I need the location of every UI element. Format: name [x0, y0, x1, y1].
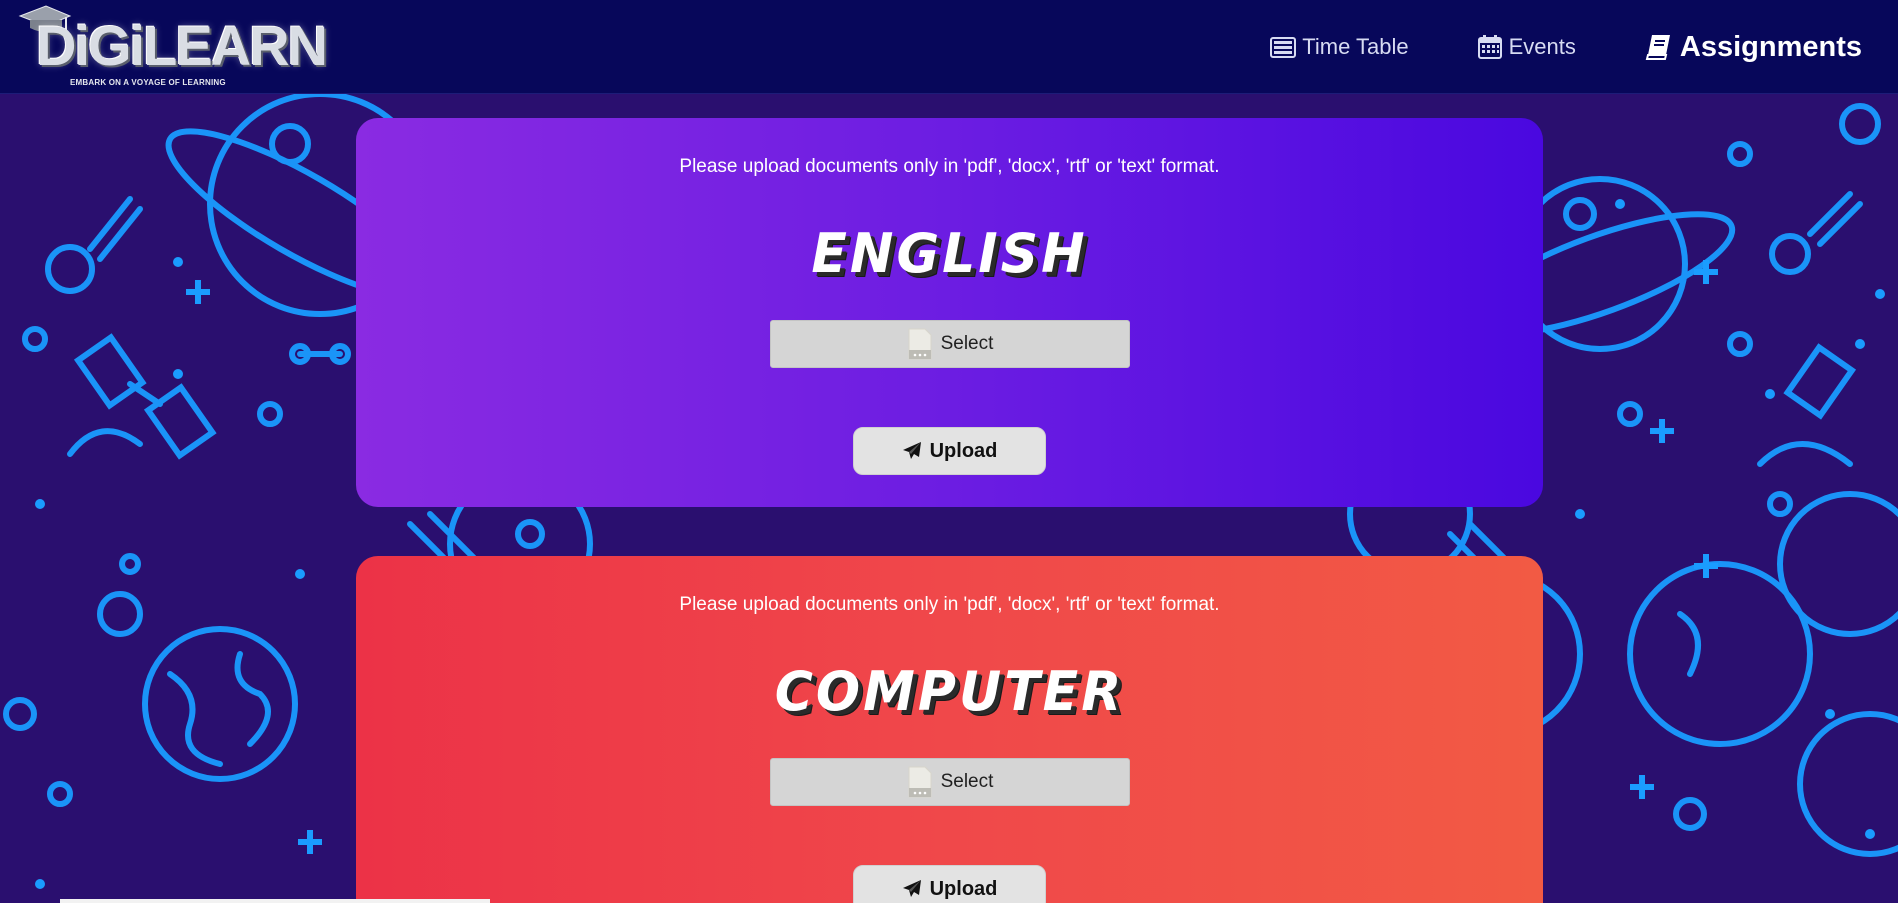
file-icon: [907, 328, 933, 360]
select-button-label: Select: [940, 771, 994, 792]
select-file-button[interactable]: Select: [770, 320, 1130, 368]
book-icon: [1644, 32, 1674, 62]
nav-item-time-table[interactable]: Time Table: [1270, 34, 1409, 60]
subject-title: ENGLISH: [811, 222, 1088, 286]
upload-format-note: Please upload documents only in 'pdf', '…: [679, 594, 1220, 615]
select-button-label: Select: [940, 333, 994, 354]
nav-label-events: Events: [1508, 34, 1576, 59]
assignment-card-english: Please upload documents only in 'pdf', '…: [356, 118, 1543, 507]
upload-button-label: Upload: [929, 877, 998, 900]
assignment-card-computer: Please upload documents only in 'pdf', '…: [356, 556, 1543, 903]
upload-button-label: Upload: [929, 439, 998, 462]
top-navbar: DiGiLEARN EMBARK ON A VOYAGE OF LEARNING…: [0, 0, 1898, 94]
select-file-button[interactable]: Select: [770, 758, 1130, 806]
digilearn-logo[interactable]: DiGiLEARN EMBARK ON A VOYAGE OF LEARNING: [14, 4, 328, 88]
nav-label-assignments: Assignments: [1679, 30, 1862, 63]
nav-item-events[interactable]: Events: [1477, 34, 1576, 60]
upload-button[interactable]: Upload: [853, 865, 1046, 903]
calendar-icon: [1477, 34, 1503, 60]
logo-tagline: EMBARK ON A VOYAGE OF LEARNING: [70, 78, 226, 87]
timetable-icon: [1270, 34, 1297, 60]
upload-button[interactable]: Upload: [853, 427, 1046, 475]
nav-label-time-table: Time Table: [1302, 34, 1409, 59]
logo-wordmark: DiGiLEARN: [36, 14, 328, 77]
file-icon: [907, 766, 933, 798]
upload-format-note: Please upload documents only in 'pdf', '…: [679, 156, 1220, 177]
nav-item-assignments[interactable]: Assignments: [1644, 31, 1862, 64]
paper-plane-icon: [902, 441, 922, 461]
subject-title: COMPUTER: [774, 660, 1125, 724]
main-nav: Time Table Events Assignments: [1270, 0, 1862, 94]
paper-plane-icon: [902, 879, 922, 899]
horizontal-scrollbar[interactable]: [60, 899, 490, 903]
